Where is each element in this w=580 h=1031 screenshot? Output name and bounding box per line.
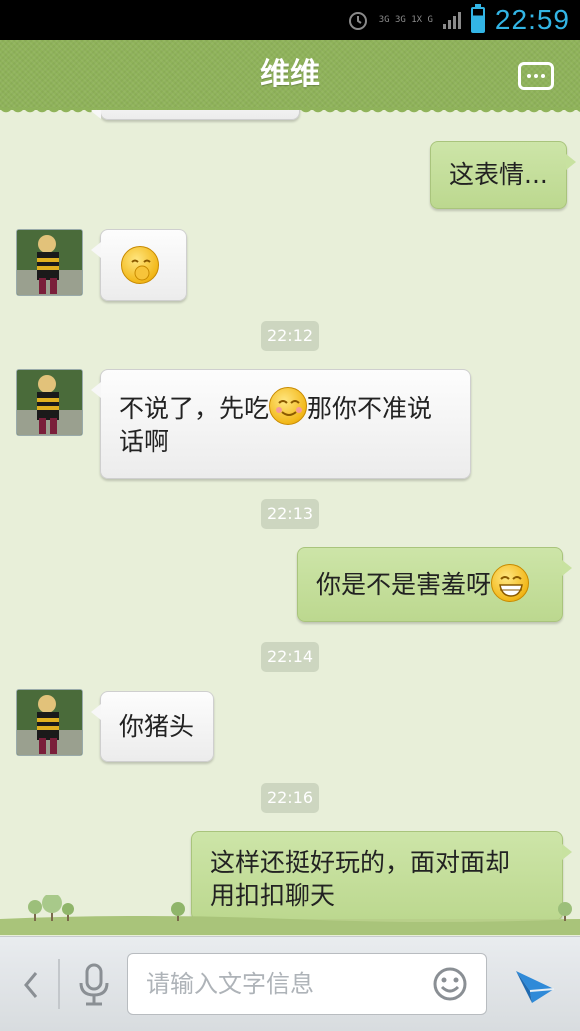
send-icon [516, 971, 555, 1003]
network-type-label: 3G 3G 1X G [378, 15, 433, 25]
status-bar: 3G 3G 1X G 22:59 [0, 0, 580, 40]
smile-emoji-icon [269, 387, 308, 425]
avatar[interactable] [16, 229, 83, 296]
message-bubble-outgoing[interactable]: 你是不是害羞呀 [297, 547, 572, 622]
grass-decoration [0, 895, 580, 935]
battery-charging-icon [470, 4, 485, 33]
message-text: 你是不是害羞呀 [316, 570, 492, 599]
signal-icon [442, 11, 461, 29]
send-button[interactable] [512, 963, 558, 1009]
status-time: 22:59 [494, 4, 570, 35]
avatar[interactable] [16, 689, 83, 756]
back-icon [24, 972, 38, 998]
message-bubble-outgoing[interactable]: 这表情... [430, 141, 576, 209]
message-bubble-incoming[interactable] [91, 229, 187, 301]
more-options-button[interactable] [518, 62, 554, 90]
microphone-icon [79, 963, 109, 1006]
message-bubble-incoming[interactable]: 你猪头 [91, 691, 214, 762]
emoji-picker-button[interactable] [432, 966, 468, 1002]
message-input-bar [0, 936, 580, 1031]
chat-messages[interactable]: 这表情... 22:12 不说了，先吃 那你不准说 话啊 22:13 你是不是害… [0, 110, 580, 940]
timestamp: 22:13 [261, 499, 319, 529]
divider [58, 959, 60, 1009]
message-text: 话啊 [119, 427, 170, 456]
message-bubble-incoming[interactable]: 不说了，先吃 那你不准说 话啊 [91, 369, 471, 479]
message-input-container [127, 953, 487, 1015]
message-input[interactable] [146, 954, 416, 1014]
message-text: 不说了，先吃 [119, 394, 270, 423]
grin-emoji-icon [491, 564, 530, 602]
message-text: 这样还挺好玩的，面对面却 [210, 848, 511, 877]
message-text: 那你不准说 [307, 394, 433, 423]
back-button[interactable] [20, 967, 42, 1003]
avatar[interactable] [16, 369, 83, 436]
message-bubble-partial [91, 110, 300, 120]
message-text: 这表情... [449, 160, 548, 189]
chat-title: 维维 [260, 57, 320, 92]
timestamp: 22:16 [261, 783, 319, 813]
more-icon [527, 74, 531, 78]
voice-input-button[interactable] [72, 961, 116, 1009]
chat-header: 维维 [0, 40, 580, 116]
timestamp: 22:14 [261, 642, 319, 672]
message-text: 你猪头 [119, 712, 195, 741]
timestamp: 22:12 [261, 321, 319, 351]
smiley-icon [433, 967, 467, 1001]
alarm-icon [347, 9, 369, 31]
shy-emoji-icon [121, 246, 159, 284]
